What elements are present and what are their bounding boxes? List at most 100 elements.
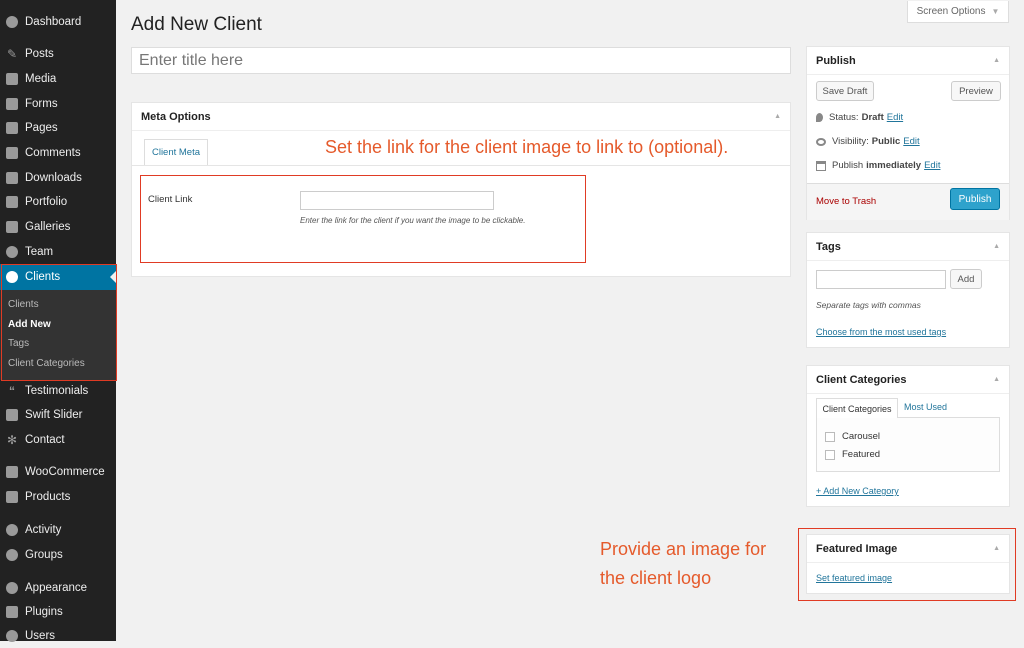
client-link-highlight	[140, 175, 586, 263]
tags-header[interactable]: Tags ▲	[807, 233, 1009, 261]
preview-button[interactable]: Preview	[951, 81, 1001, 101]
sidebar-item-forms[interactable]: Forms	[0, 92, 116, 116]
edit-schedule-link[interactable]: Edit	[924, 160, 940, 171]
sidebar-item-label: Users	[25, 630, 56, 642]
sidebar-item-woocommerce[interactable]: WooCommerce	[0, 460, 116, 484]
screen-options-button[interactable]: Screen Options ▼	[907, 1, 1009, 23]
status-label: Status:	[829, 112, 859, 123]
checkbox[interactable]	[825, 449, 835, 460]
tab-client-meta[interactable]: Client Meta	[144, 139, 208, 165]
woocommerce-icon	[6, 466, 18, 478]
sidebar-item-plugins[interactable]: Plugins	[0, 600, 116, 624]
new-tag-input[interactable]	[816, 270, 946, 289]
activity-icon	[6, 524, 18, 536]
sidebar-item-label: Appearance	[25, 582, 88, 594]
edit-visibility-link[interactable]: Edit	[903, 136, 919, 147]
team-icon	[6, 246, 18, 258]
schedule-row: Publish immediately Edit	[816, 160, 940, 171]
pin-icon: ✎	[6, 47, 18, 61]
sidebar-item-label: Galleries	[25, 221, 71, 233]
eye-icon	[816, 137, 826, 146]
sidebar-item-label: Plugins	[25, 606, 63, 618]
schedule-label: Publish	[832, 160, 864, 171]
category-label: Featured	[842, 449, 881, 460]
sidebar-item-team[interactable]: Team	[0, 240, 116, 264]
tab-all-categories[interactable]: Client Categories	[816, 398, 898, 418]
calendar-icon	[816, 160, 826, 171]
galleries-icon	[6, 221, 18, 233]
sidebar-item-activity[interactable]: Activity	[0, 518, 116, 542]
meta-options-header[interactable]: Meta Options ▲	[132, 103, 790, 131]
edit-status-link[interactable]: Edit	[887, 112, 903, 123]
save-draft-button[interactable]: Save Draft	[816, 81, 874, 101]
post-title-input[interactable]: Enter title here	[131, 47, 791, 74]
collapse-icon[interactable]: ▲	[993, 243, 1000, 250]
status-row: Status: Draft Edit	[816, 112, 903, 123]
sidebar-item-dashboard[interactable]: Dashboard	[0, 10, 116, 34]
portfolio-icon	[6, 196, 18, 208]
sidebar-item-testimonials[interactable]: “ Testimonials	[0, 379, 116, 403]
publish-title: Publish	[816, 54, 856, 67]
downloads-icon	[6, 172, 18, 184]
sidebar-item-posts[interactable]: ✎ Posts	[0, 42, 116, 66]
comments-icon	[6, 147, 18, 159]
sidebar-item-media[interactable]: Media	[0, 67, 116, 91]
category-item-carousel[interactable]: Carousel	[825, 431, 880, 442]
sidebar-item-label: Posts	[25, 48, 54, 60]
sidebar-item-downloads[interactable]: Downloads	[0, 166, 116, 190]
users-icon	[6, 630, 18, 642]
featured-image-highlight	[798, 528, 1016, 601]
collapse-icon[interactable]: ▲	[993, 376, 1000, 383]
sidebar-item-appearance[interactable]: Appearance	[0, 576, 116, 600]
pages-icon	[6, 122, 18, 134]
publish-button[interactable]: Publish	[950, 188, 1000, 210]
add-tag-button[interactable]: Add	[950, 269, 982, 289]
dashboard-icon	[6, 16, 18, 28]
checkbox[interactable]	[825, 431, 835, 442]
tag-cloud-link[interactable]: Choose from the most used tags	[816, 327, 946, 337]
sidebar-item-label: Swift Slider	[25, 409, 83, 421]
visibility-label: Visibility:	[832, 136, 869, 147]
slider-icon	[6, 409, 18, 421]
category-checklist: Carousel Featured	[816, 417, 1000, 472]
client-link-annotation: Set the link for the client image to lin…	[325, 137, 729, 157]
sidebar-item-users[interactable]: Users	[0, 624, 116, 648]
tags-box: Tags ▲ Add Separate tags with commas Choo…	[806, 232, 1010, 348]
status-value: Draft	[861, 112, 884, 123]
sidebar-item-label: Contact	[25, 434, 65, 446]
move-to-trash-link[interactable]: Move to Trash	[816, 196, 876, 207]
screen-options-label: Screen Options	[916, 6, 986, 17]
pin-icon	[816, 113, 823, 122]
sidebar-item-label: WooCommerce	[25, 466, 105, 478]
appearance-icon	[6, 582, 18, 594]
client-categories-title: Client Categories	[816, 373, 907, 386]
sidebar-item-label: Dashboard	[25, 16, 82, 28]
sidebar-item-label: Products	[25, 491, 71, 503]
category-item-featured[interactable]: Featured	[825, 449, 880, 460]
tab-divider	[132, 165, 790, 166]
sidebar-item-label: Media	[25, 73, 57, 85]
sidebar-item-pages[interactable]: Pages	[0, 116, 116, 140]
category-label: Carousel	[842, 431, 881, 442]
publish-header[interactable]: Publish ▲	[807, 47, 1009, 75]
sidebar-item-galleries[interactable]: Galleries	[0, 215, 116, 239]
sidebar-item-label: Forms	[25, 98, 58, 110]
chevron-down-icon: ▼	[991, 7, 1000, 16]
collapse-icon[interactable]: ▲	[774, 113, 781, 120]
featured-image-annotation-line2: the client logo	[600, 568, 712, 588]
sidebar-item-swift-slider[interactable]: Swift Slider	[0, 403, 116, 427]
add-new-category-link[interactable]: + Add New Category	[816, 486, 899, 496]
sidebar-item-products[interactable]: Products	[0, 485, 116, 509]
sidebar-item-label: Team	[25, 246, 54, 258]
publish-actions: Move to Trash Publish	[807, 183, 1009, 220]
collapse-icon[interactable]: ▲	[993, 57, 1000, 64]
sidebar-item-portfolio[interactable]: Portfolio	[0, 190, 116, 214]
sidebar-item-contact[interactable]: ✻ Contact	[0, 428, 116, 452]
forms-icon	[6, 98, 18, 110]
client-categories-header[interactable]: Client Categories ▲	[807, 366, 1009, 394]
sidebar-item-comments[interactable]: Comments	[0, 141, 116, 165]
meta-options-title: Meta Options	[141, 110, 211, 123]
sidebar-item-groups[interactable]: Groups	[0, 543, 116, 567]
tab-most-used[interactable]: Most Used	[904, 402, 947, 412]
sidebar-item-label: Comments	[25, 147, 81, 159]
